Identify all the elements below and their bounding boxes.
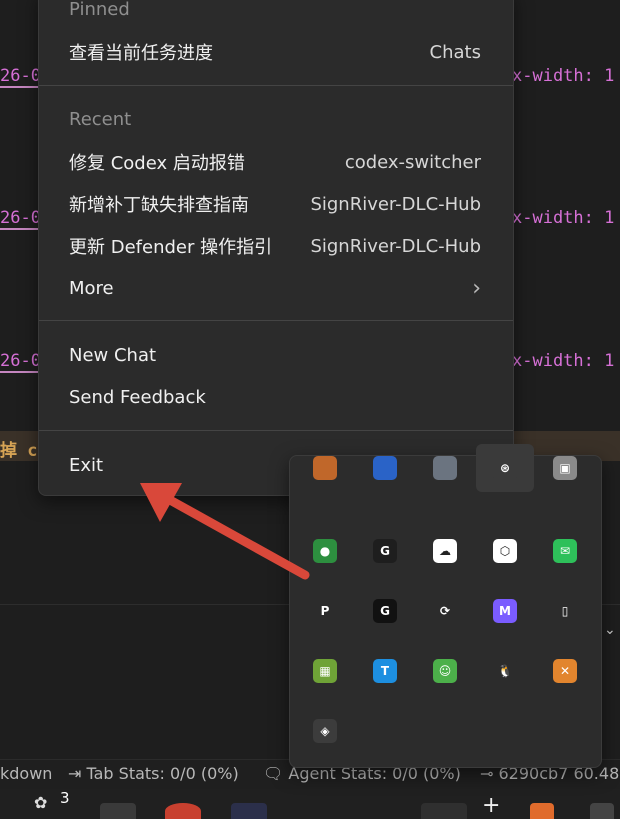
arrow-shaft — [165, 495, 310, 580]
annotation-arrow — [140, 483, 310, 580]
